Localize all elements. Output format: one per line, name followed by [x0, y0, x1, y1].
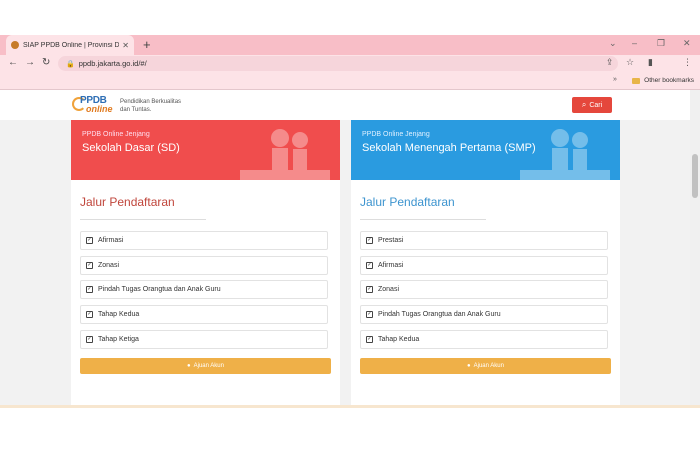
list-item[interactable]: ✓ Prestasi	[360, 231, 608, 250]
card-subtitle: PPDB Online Jenjang	[82, 131, 150, 138]
check-icon: ✓	[86, 237, 93, 244]
minimize-icon[interactable]: –	[632, 38, 637, 48]
folder-icon	[632, 77, 641, 84]
button-label: Ajuan Akun	[193, 363, 224, 369]
back-icon[interactable]: ←	[8, 57, 18, 68]
check-icon: ✓	[366, 237, 373, 244]
check-icon: ✓	[366, 286, 373, 294]
address-bar[interactable]: 🔒 ppdb.jakarta.go.id/#/	[58, 56, 618, 71]
reload-icon[interactable]: ↻	[42, 57, 50, 68]
browser-toolbar: ← → ↻ 🔒 ppdb.jakarta.go.id/#/ ⇪ ☆ ▮ ⋮	[0, 55, 700, 73]
other-bookmarks-label: Other bookmarks	[644, 77, 694, 84]
check-icon: ✓	[366, 335, 373, 343]
card-banner: PPDB Online Jenjang Sekolah Menengah Per…	[351, 120, 620, 180]
card-sd: PPDB Online Jenjang Sekolah Dasar (SD) J…	[71, 120, 340, 405]
section-heading: Jalur Pendaftaran	[360, 195, 455, 209]
search-button[interactable]: ⌕ Cari	[572, 97, 612, 113]
list-item[interactable]: ✓ Afirmasi	[80, 231, 328, 250]
heading-divider	[80, 219, 206, 220]
tagline-line2: dan Tuntas.	[120, 107, 152, 113]
restore-icon[interactable]: ❐	[657, 38, 665, 49]
favicon-icon	[11, 41, 19, 49]
list-item-label: Tahap Kedua	[378, 335, 420, 343]
list-item[interactable]: ✓ Zonasi	[360, 280, 608, 300]
bottom-strip	[0, 405, 700, 408]
list-item-label: Tahap Kedua	[98, 311, 140, 319]
list-item[interactable]: ✓ Afirmasi	[360, 255, 608, 275]
bookmarks-bar: » Other bookmarks	[0, 73, 700, 90]
tagline-line1: Pendidikan Berkualitas	[120, 99, 182, 105]
section-heading: Jalur Pendaftaran	[80, 195, 175, 209]
list-item[interactable]: ✓ Tahap Ketiga	[80, 329, 328, 349]
list-item[interactable]: ✓ Pindah Tugas Orangtua dan Anak Guru	[80, 280, 328, 300]
list-item-label: Afirmasi	[98, 237, 124, 244]
tab-title: SIAP PPDB Online | Provinsi DKI J	[23, 41, 120, 49]
button-label: Ajuan Akun	[473, 363, 504, 369]
scrollbar-thumb[interactable]	[692, 154, 698, 198]
search-icon: ⌕	[581, 100, 587, 109]
side-panel-icon[interactable]: ▮	[648, 57, 653, 68]
url-text: ppdb.jakarta.go.id/#/	[78, 59, 147, 68]
bookmark-star-icon[interactable]: ☆	[626, 57, 634, 68]
check-icon: ✓	[366, 311, 373, 319]
check-icon: ✓	[86, 335, 93, 343]
other-bookmarks[interactable]: Other bookmarks	[632, 77, 694, 84]
card-title: Sekolah Menengah Pertama (SMP)	[362, 142, 536, 154]
list-item-label: Prestasi	[378, 237, 404, 244]
list-item-label: Pindah Tugas Orangtua dan Anak Guru	[378, 311, 501, 319]
tab-close-icon[interactable]: ✕	[122, 41, 129, 50]
page-content: PPDB online Pendidikan Berkualitas dan T…	[0, 90, 690, 405]
route-list: ✓ Prestasi ✓ Afirmasi ✓ Zonasi ✓ Pindah Tuga…	[360, 231, 608, 354]
site-header: PPDB online Pendidikan Berkualitas dan T…	[0, 90, 690, 120]
lock-icon: 🔒	[66, 60, 75, 68]
ppdb-logo[interactable]: PPDB online	[72, 94, 117, 116]
check-icon: ✓	[86, 261, 93, 269]
list-item-label: Afirmasi	[378, 261, 404, 269]
page-scrollbar[interactable]	[690, 90, 700, 405]
heading-divider	[360, 219, 486, 220]
close-window-icon[interactable]: ✕	[683, 38, 691, 49]
browser-tab[interactable]: SIAP PPDB Online | Provinsi DKI J ✕	[6, 35, 134, 55]
user-plus-icon: ●	[467, 363, 471, 369]
bookmarks-overflow-icon[interactable]: »	[613, 76, 617, 83]
forward-icon[interactable]: →	[25, 57, 35, 68]
card-smp: PPDB Online Jenjang Sekolah Menengah Per…	[351, 120, 620, 405]
route-list: ✓ Afirmasi ✓ Zonasi ✓ Pindah Tugas Orangtua…	[80, 231, 328, 354]
children-illustration-icon	[240, 129, 330, 180]
card-subtitle: PPDB Online Jenjang	[362, 131, 430, 138]
list-item-label: Zonasi	[98, 261, 120, 269]
check-icon: ✓	[86, 311, 93, 319]
list-item[interactable]: ✓ Zonasi	[80, 255, 328, 275]
list-item-label: Zonasi	[378, 286, 400, 294]
card-banner: PPDB Online Jenjang Sekolah Dasar (SD)	[71, 120, 340, 180]
menu-icon[interactable]: ⋮	[683, 57, 692, 68]
ajuan-akun-button[interactable]: ● Ajuan Akun	[80, 358, 331, 374]
ajuan-akun-button[interactable]: ● Ajuan Akun	[360, 358, 611, 374]
new-tab-button[interactable]: +	[143, 37, 151, 52]
browser-window: SIAP PPDB Online | Provinsi DKI J ✕ + ⌄ …	[0, 0, 700, 465]
list-item[interactable]: ✓ Tahap Kedua	[360, 329, 608, 349]
tab-search-chevron-icon[interactable]: ⌄	[609, 38, 617, 49]
check-icon: ✓	[366, 261, 373, 269]
card-title: Sekolah Dasar (SD)	[82, 142, 180, 154]
logo-text-bottom: online	[86, 104, 113, 114]
share-icon[interactable]: ⇪	[606, 57, 614, 68]
list-item[interactable]: ✓ Tahap Kedua	[80, 305, 328, 325]
list-item-label: Tahap Ketiga	[98, 335, 139, 343]
list-item[interactable]: ✓ Pindah Tugas Orangtua dan Anak Guru	[360, 305, 608, 325]
user-plus-icon: ●	[187, 363, 191, 369]
list-item-label: Pindah Tugas Orangtua dan Anak Guru	[98, 286, 221, 294]
tagline: Pendidikan Berkualitas dan Tuntas.	[120, 98, 181, 114]
check-icon: ✓	[86, 286, 93, 294]
tab-strip: SIAP PPDB Online | Provinsi DKI J ✕ + ⌄ …	[0, 35, 700, 55]
search-button-label: Cari	[589, 101, 603, 109]
